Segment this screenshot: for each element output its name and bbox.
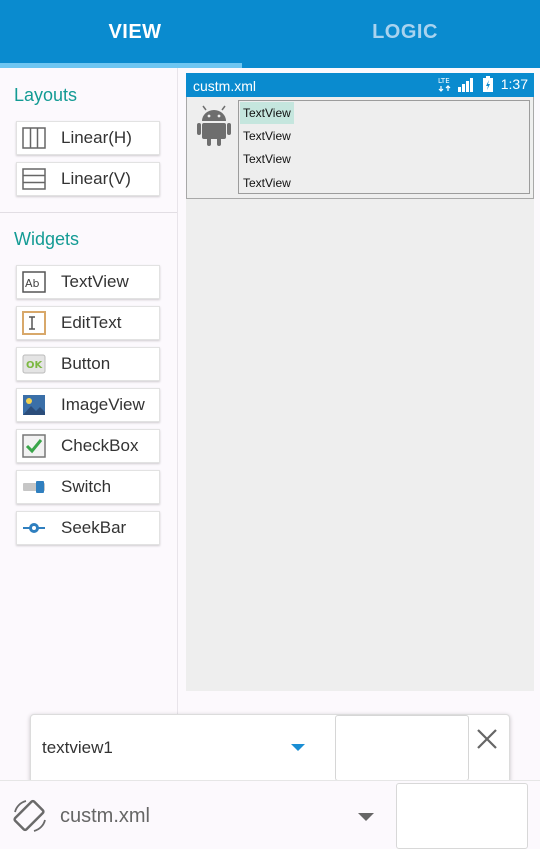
button-icon: OK	[22, 352, 46, 376]
widgets-section-title: Widgets	[14, 229, 80, 249]
preview-textview-2[interactable]: TextView	[240, 125, 294, 147]
palette-item-label: Switch	[61, 477, 112, 496]
preview-root-layout[interactable]: TextView TextView TextView TextView	[186, 97, 534, 199]
palette-item-checkbox[interactable]: CheckBox	[16, 429, 160, 463]
close-icon[interactable]	[473, 725, 501, 753]
palette-item-linear-v[interactable]: Linear(V)	[16, 162, 160, 196]
property-bar: textview1	[30, 714, 510, 784]
status-time: 1:37	[500, 76, 528, 92]
palette-item-button[interactable]: OK Button	[16, 347, 160, 381]
palette-item-edittext[interactable]: EditText	[16, 306, 160, 340]
status-icons: LTE 1:37	[438, 76, 528, 92]
palette-item-textview[interactable]: Ab TextView	[16, 265, 160, 299]
preview-status-bar: custm.xml LTE 1:37	[186, 73, 534, 97]
tab-view[interactable]: VIEW	[0, 0, 270, 64]
top-tab-bar: VIEW LOGIC	[0, 0, 540, 68]
palette-divider	[0, 212, 177, 213]
preview-textview-4[interactable]: TextView	[240, 172, 294, 194]
svg-text:Ab: Ab	[25, 277, 40, 290]
property-panel-box[interactable]	[335, 715, 469, 781]
layouts-section-title: Layouts	[14, 85, 78, 105]
widget-selector[interactable]: textview1	[42, 738, 113, 758]
palette-item-switch[interactable]: Switch	[16, 470, 160, 504]
lte-icon: LTE	[438, 77, 451, 92]
linear-horizontal-icon	[22, 126, 46, 150]
palette-item-imageview[interactable]: ImageView	[16, 388, 160, 422]
preview-file-name: custm.xml	[193, 78, 256, 94]
design-canvas[interactable]: custm.xml LTE 1:37 TextView TextView Tex…	[186, 73, 534, 691]
palette-item-linear-h[interactable]: Linear(H)	[16, 121, 160, 155]
file-selector[interactable]: custm.xml	[60, 805, 150, 828]
preview-linear-layout[interactable]: TextView TextView TextView TextView	[238, 100, 530, 194]
palette-item-label: TextView	[61, 272, 129, 291]
tab-logic[interactable]: LOGIC	[270, 0, 540, 64]
palette-item-label: CheckBox	[61, 436, 139, 455]
svg-text:LTE: LTE	[438, 77, 450, 85]
widget-dropdown-arrow-icon[interactable]	[291, 744, 305, 751]
textview-icon: Ab	[22, 270, 46, 294]
preview-textview-1[interactable]: TextView	[240, 102, 294, 124]
seekbar-icon	[22, 516, 46, 540]
signal-icon	[457, 78, 473, 92]
imageview-icon	[22, 393, 46, 417]
palette-item-label: SeekBar	[61, 518, 127, 537]
checkbox-icon	[22, 434, 46, 458]
svg-text:OK: OK	[26, 360, 44, 371]
palette-item-label: EditText	[61, 313, 122, 332]
bottom-action-box[interactable]	[396, 783, 528, 849]
palette-item-label: Button	[61, 354, 111, 373]
file-dropdown-arrow-icon[interactable]	[358, 813, 374, 821]
linear-vertical-icon	[22, 167, 46, 191]
preview-textview-3[interactable]: TextView	[240, 148, 294, 170]
edittext-icon	[22, 311, 46, 335]
widget-palette: Layouts Linear(H) Linear(V) Widgets Ab T…	[0, 68, 178, 780]
palette-item-label: Linear(H)	[61, 128, 132, 147]
bottom-bar: custm.xml	[0, 780, 540, 849]
palette-item-seekbar[interactable]: SeekBar	[16, 511, 160, 545]
palette-item-label: Linear(V)	[61, 169, 131, 188]
android-icon	[197, 103, 231, 152]
palette-item-label: ImageView	[61, 395, 145, 414]
rotate-screen-icon[interactable]	[12, 798, 48, 839]
switch-icon	[22, 475, 46, 499]
battery-icon	[482, 76, 493, 92]
